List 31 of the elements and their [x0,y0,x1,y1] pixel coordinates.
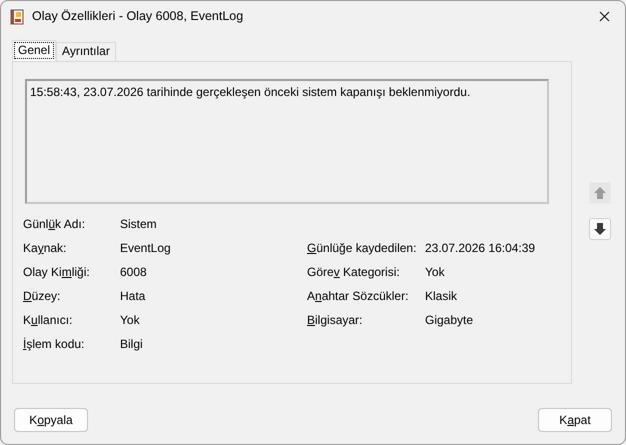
field-value: Yok [425,264,445,281]
field-value: Sistem [120,216,157,233]
field-label: Bilgisayar: [307,312,362,329]
field-value: 23.07.2026 16:04:39 [425,240,536,257]
field-label: Günlük Adı: [23,216,86,233]
field-label: Kullanıcı: [23,312,72,329]
field-value: Yok [120,312,140,329]
field-label: Düzey: [23,288,60,305]
field-value: Gigabyte [425,312,474,329]
field-label: Günlüğe kaydedilen: [307,240,416,257]
field-value: Bilgi [120,336,143,353]
field-label: İşlem kodu: [23,336,84,353]
description-box[interactable]: 15:58:43, 23.07.2026 tarihinde gerçekleşen önceki sistem kapanışı beklenmiyordu. [25,79,549,204]
dialog-button[interactable]: Kapat [538,408,612,432]
window-title: Olay Özellikleri - Olay 6008, EventLog [32,8,244,26]
close-icon [598,11,610,22]
dialog-button[interactable]: Kopyala [14,408,88,432]
event-log-icon [10,8,24,24]
field-label: Anahtar Sözcükler: [307,288,408,305]
field-value: EventLog [120,240,171,257]
field-label: Görev Kategorisi: [307,264,400,281]
next-button[interactable] [589,218,611,240]
up-arrow-icon [593,186,607,200]
field-label: Kaynak: [23,240,66,257]
field-value: Klasik [425,288,458,305]
down-arrow-icon [593,222,607,236]
tab[interactable]: Ayrıntılar [56,42,116,61]
field-label: Olay Kimliği: [23,264,90,281]
field-value: Hata [120,288,146,305]
field-value: 6008 [120,264,147,281]
tab[interactable]: Genel [12,40,56,61]
